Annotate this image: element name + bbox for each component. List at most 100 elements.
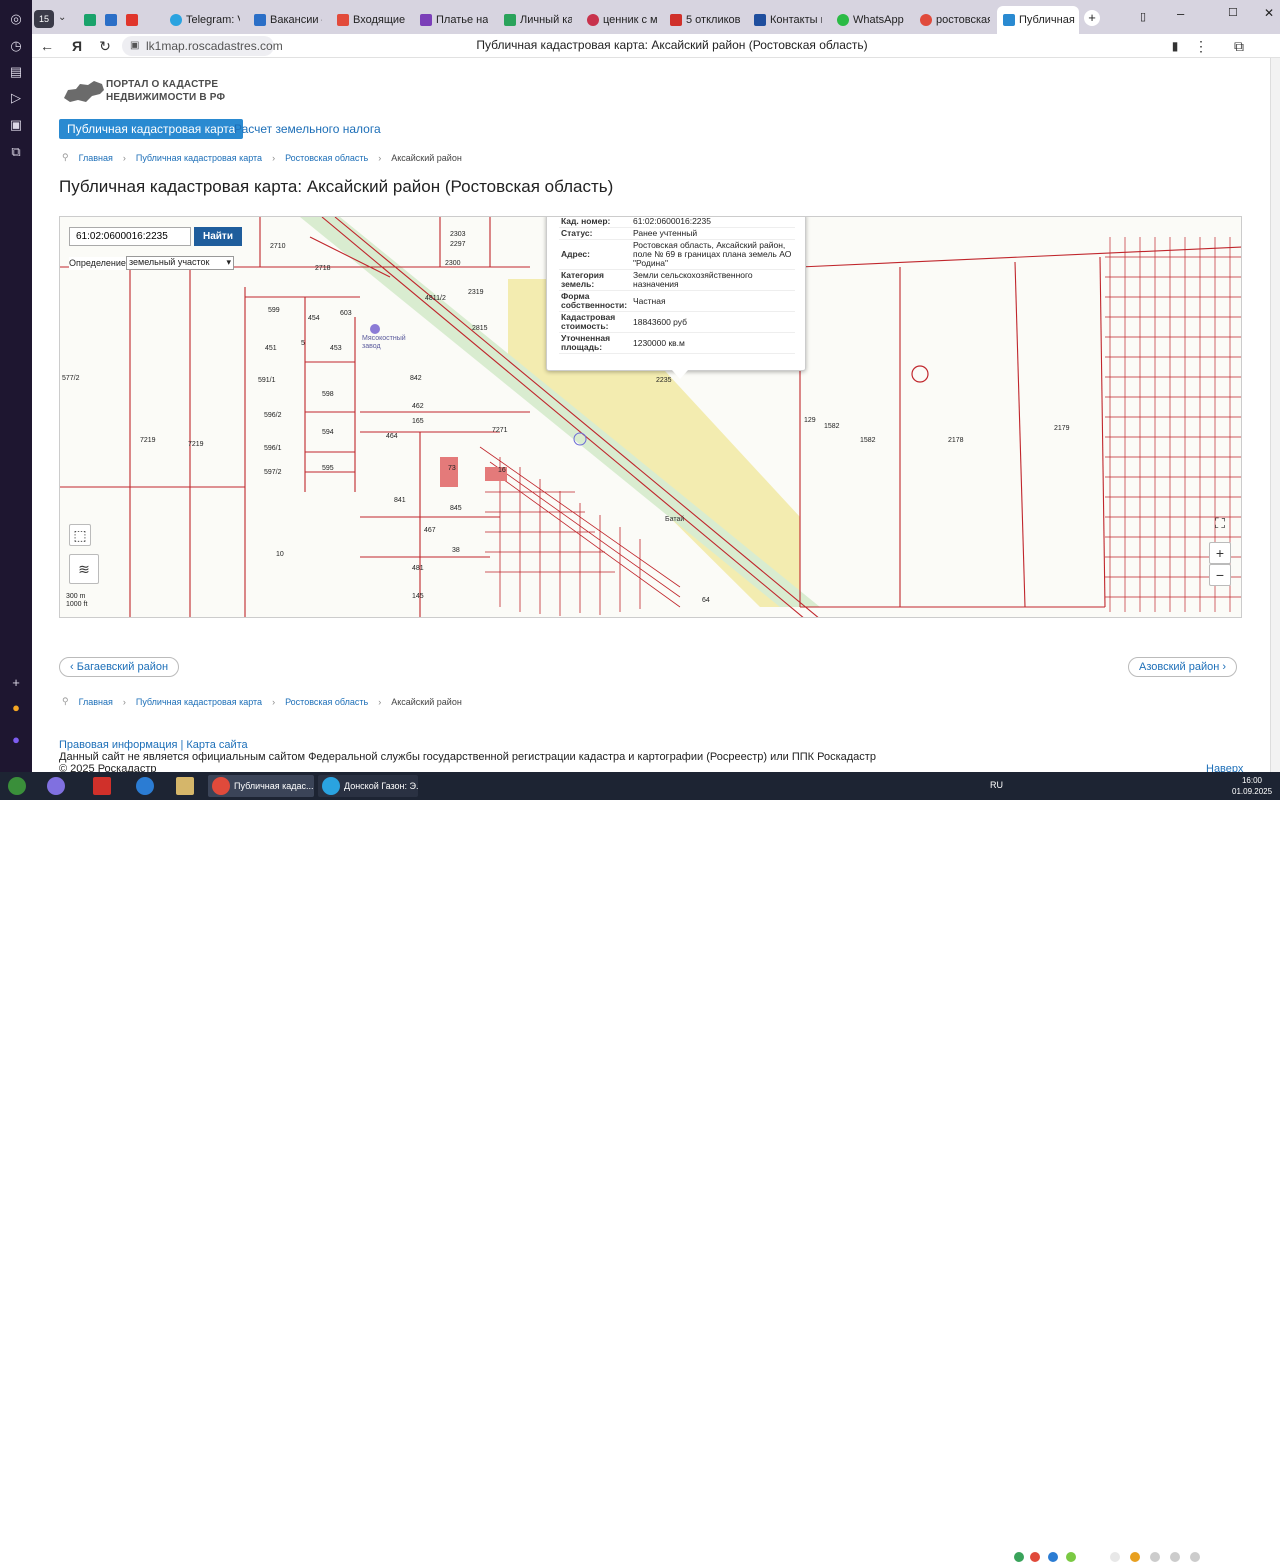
zoom-in-button[interactable]: + [1209, 542, 1231, 564]
history-icon[interactable]: ◷ [7, 37, 25, 55]
parcel-label: 2718 [315, 265, 331, 272]
calendar-icon[interactable]: ▣ [7, 116, 25, 134]
notes-icon[interactable]: ▤ [7, 63, 25, 81]
mail-icon[interactable]: ● [7, 699, 25, 717]
battery-icon[interactable] [1190, 1552, 1200, 1562]
start-button-icon[interactable] [8, 777, 26, 795]
tab-vacancies[interactable]: Вакансии – П [254, 9, 322, 31]
tab-dress[interactable]: Платье наря [420, 9, 488, 31]
reload-icon[interactable]: ↻ [96, 37, 114, 55]
tray-icon[interactable] [1110, 1552, 1120, 1562]
minimize-icon[interactable]: – [1177, 6, 1184, 21]
tab-account[interactable]: Личный каби [504, 9, 572, 31]
site-info-icon[interactable]: ▣ [130, 36, 139, 56]
tab-price-tag[interactable]: ценник с мар [587, 9, 657, 31]
language-indicator[interactable]: RU [990, 780, 1003, 790]
add-panel-icon[interactable]: + [7, 674, 25, 692]
breadcrumb-home[interactable]: Главная [79, 697, 113, 707]
profile-icon[interactable]: ◎ [7, 10, 25, 28]
breadcrumb-region[interactable]: Ростовская область [285, 697, 368, 707]
bookmarks-panel-icon[interactable]: ▯ [1140, 10, 1146, 23]
taskbar-clock[interactable]: 16:00 01.09.2025 [1232, 775, 1272, 797]
tab-cadastral-map[interactable]: Публичная кадастровая карта [59, 119, 244, 139]
taskbar-app-telegram[interactable]: Донской Газон: Э... [318, 775, 418, 797]
play-icon[interactable]: ▷ [7, 89, 25, 107]
parcel-label: 841 [394, 497, 406, 504]
tray-icon[interactable] [1030, 1552, 1040, 1562]
parcel-label: 453 [330, 345, 342, 352]
chevron-right-icon: › [1219, 661, 1227, 673]
tab-cadastral-active[interactable]: Публичная✕ [997, 6, 1079, 34]
tab-contacts[interactable]: Контакты в Р [754, 9, 822, 31]
tray-icon[interactable] [1048, 1552, 1058, 1562]
layers-icon[interactable]: ≋ [69, 554, 99, 584]
parcel-label: 599 [268, 307, 280, 314]
tab-list-chevron-icon[interactable]: ⌄ [58, 12, 66, 23]
file-explorer-icon[interactable] [176, 777, 194, 795]
taskbar-app-browser[interactable]: Публичная кадас... [208, 775, 314, 797]
parcel-label: 2235 [656, 377, 672, 384]
breadcrumb-bottom: ⚲ Главная › Публичная кадастровая карта › … [62, 696, 462, 707]
screenshot-icon[interactable]: ⧉ [7, 143, 25, 161]
tab-pinned-1[interactable] [84, 9, 98, 31]
autocad-icon[interactable] [93, 777, 111, 795]
tab-telegram[interactable]: Telegram: Viє [170, 9, 240, 31]
search-button[interactable]: Найти [194, 227, 242, 246]
tab-inbox[interactable]: Входящие – [337, 9, 407, 31]
site-logo-text[interactable]: ПОРТАЛ О КАДАСТРЕ НЕДВИЖИМОСТИ В РФ [106, 78, 225, 104]
page-title: Публичная кадастровая карта: Аксайский р… [59, 177, 614, 196]
volume-icon[interactable] [1170, 1552, 1180, 1562]
tab-pinned-2[interactable] [105, 9, 119, 31]
tray-icon[interactable] [1066, 1552, 1076, 1562]
tab-count-badge[interactable]: 15 [34, 10, 54, 28]
ozon-icon [587, 14, 599, 26]
breadcrumb-map[interactable]: Публичная кадастровая карта [136, 697, 262, 707]
alice-icon[interactable]: ● [7, 731, 25, 749]
footer-links[interactable]: Правовая информация | Карта сайта [59, 739, 248, 751]
new-tab-icon[interactable]: + [1084, 10, 1100, 26]
breadcrumb-home[interactable]: Главная [79, 153, 113, 163]
ie-icon[interactable] [136, 777, 154, 795]
yandex-browser-icon [212, 777, 230, 795]
menu-dots-icon[interactable]: ⋮ [1192, 37, 1210, 55]
alice-taskbar-icon[interactable] [47, 777, 65, 795]
zoom-out-button[interactable]: − [1209, 564, 1231, 586]
fullscreen-icon[interactable]: ⛶ [1209, 513, 1231, 535]
breadcrumb-region[interactable]: Ростовская область [285, 153, 368, 163]
tab-responses[interactable]: 5 откликов [670, 9, 740, 31]
parcel-label: 454 [308, 315, 320, 322]
table-row: Адрес: Ростовская область, Аксайский райо… [559, 239, 795, 270]
cadastral-number-input[interactable] [69, 227, 191, 246]
maximize-icon[interactable]: ☐ [1228, 6, 1238, 19]
parcel-label: 73 [448, 465, 456, 472]
tray-icon[interactable] [1130, 1552, 1140, 1562]
place-label: Мясокостный завод [362, 335, 406, 350]
tab-land-tax[interactable]: Расчет земельного налога [234, 122, 381, 136]
bookmark-icon[interactable]: ▮ [1166, 37, 1184, 55]
parcel-label: 7219 [140, 437, 156, 444]
next-district-button[interactable]: Азовский район › [1128, 657, 1238, 677]
page-scrollbar[interactable] [1270, 58, 1280, 772]
tab-pinned-3[interactable] [126, 9, 140, 31]
tray-icon[interactable] [1014, 1552, 1024, 1562]
network-icon[interactable] [1150, 1552, 1160, 1562]
parcel-label: 481 [412, 565, 424, 572]
breadcrumb-current: Аксайский район [391, 696, 462, 707]
tab-rostov[interactable]: ростовская о [920, 9, 990, 31]
yandex-logo-icon[interactable]: Я [68, 37, 86, 55]
contacts-icon [754, 14, 766, 26]
back-arrow-icon[interactable]: ← [38, 37, 56, 55]
tab-whatsapp[interactable]: WhatsApp [837, 9, 907, 31]
close-window-icon[interactable]: ✕ [1264, 6, 1274, 20]
url-field[interactable]: ▣ lk1map.roscadastres.com [122, 36, 283, 56]
select-area-icon[interactable]: ⬚ [69, 524, 91, 546]
extensions-icon[interactable]: ⧉ [1230, 37, 1248, 55]
parcel-label: 595 [322, 465, 334, 472]
parcel-label: 577/2 [62, 375, 80, 382]
parcel-label: 842 [410, 375, 422, 382]
breadcrumb-map[interactable]: Публичная кадастровая карта [136, 153, 262, 163]
prev-district-button[interactable]: ‹ Багаевский район [59, 657, 180, 677]
definition-select[interactable]: земельный участок ▾ [126, 256, 234, 270]
wb-icon [420, 14, 432, 26]
cadastral-map[interactable]: 2710 2303 2297 2300 2718 2319 4811/2 281… [59, 216, 1242, 618]
